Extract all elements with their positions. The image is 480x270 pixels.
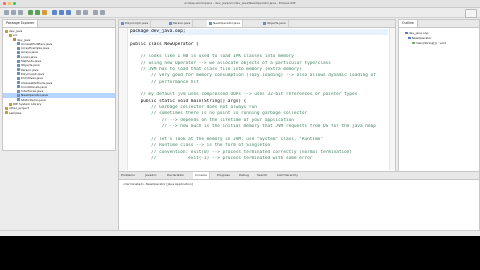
editor-tab[interactable]: Person.java: [167, 20, 194, 27]
java-file-icon: [17, 68, 20, 72]
title-bar: eclipse-workspace - dev_java/src/dev_jav…: [0, 0, 480, 8]
java-file-icon: [17, 46, 20, 50]
maximize-window-icon[interactable]: [13, 2, 16, 5]
java-file-icon: [263, 21, 266, 25]
code-area[interactable]: package dev_java.oop; public class NewOp…: [130, 29, 388, 162]
project-tree: dev_java src dev_java AccessModifiers.ja…: [3, 29, 115, 115]
package-explorer-header: Package Explorer: [3, 20, 115, 28]
debug-icon[interactable]: [28, 10, 33, 15]
java-file-icon: [17, 42, 20, 46]
class-icon: [408, 36, 411, 40]
java-file-icon: [17, 85, 20, 89]
status-bar: [0, 230, 480, 236]
editor-tab-active[interactable]: NewOperator.java: [207, 20, 243, 27]
close-window-icon[interactable]: [3, 2, 6, 5]
editor-tab[interactable]: Objects.java: [261, 20, 289, 27]
package-icon: [405, 31, 408, 35]
external-tools-icon[interactable]: [42, 10, 47, 15]
search-icon[interactable]: [83, 10, 88, 15]
window-title: eclipse-workspace - dev_java/src/dev_jav…: [184, 1, 296, 5]
outline-header: Outline: [399, 20, 479, 28]
java-file-icon: [17, 93, 20, 97]
ide-window: eclipse-workspace - dev_java/src/dev_jav…: [0, 0, 480, 236]
save-icon[interactable]: [11, 10, 16, 15]
java-file-icon: [17, 50, 20, 54]
java-file-icon: [17, 98, 20, 102]
folder-icon: [9, 33, 12, 37]
java-file-icon: [17, 72, 20, 76]
perspective-switcher[interactable]: [465, 9, 477, 18]
print-icon[interactable]: [18, 10, 23, 15]
project-icon: [5, 111, 8, 115]
method-icon: [412, 41, 415, 45]
java-file-icon: [17, 89, 20, 93]
tab-debug[interactable]: Debug: [237, 172, 251, 179]
tab-javadoc[interactable]: Javadoc: [143, 172, 159, 179]
library-icon: [9, 102, 12, 106]
editor-tab-bar: Polymorph.java Person.java NewOperator.j…: [119, 20, 395, 28]
tab-search[interactable]: Search: [255, 172, 269, 179]
package-icon: [13, 38, 16, 42]
new-file-icon[interactable]: [4, 10, 9, 15]
main-toolbar: [0, 8, 480, 18]
java-file-icon: [121, 21, 124, 25]
package-explorer: Package Explorer dev_java src dev_java A…: [2, 19, 116, 151]
line-gutter: [119, 28, 128, 170]
package-explorer-tab[interactable]: Package Explorer: [3, 20, 39, 27]
overview-ruler: [389, 28, 395, 170]
code-editor: Polymorph.java Person.java NewOperator.j…: [118, 19, 396, 172]
tab-console[interactable]: Console: [193, 172, 210, 179]
project-icon: [5, 106, 8, 110]
tab-problems[interactable]: Problems: [119, 172, 137, 179]
minimize-window-icon[interactable]: [8, 2, 11, 5]
java-file-icon: [17, 81, 20, 85]
java-file-icon: [169, 21, 172, 25]
code-line: // exit(-1) --> process terminated with …: [130, 155, 313, 161]
tab-declaration[interactable]: Declaration: [165, 172, 186, 179]
forward-icon[interactable]: [100, 10, 105, 15]
new-java-project-icon[interactable]: [52, 10, 57, 15]
run-icon[interactable]: [35, 10, 40, 15]
open-type-icon[interactable]: [76, 10, 81, 15]
back-icon[interactable]: [93, 10, 98, 15]
tab-progress[interactable]: Progress: [215, 172, 232, 179]
java-file-icon: [17, 76, 20, 80]
outline-tree: dev_java.oop NewOperator main(String[]) …: [405, 31, 477, 46]
tree-item[interactable]: samples: [3, 111, 115, 115]
bottom-panel: Problems Javadoc Declaration Console Pro…: [118, 171, 480, 231]
java-file-icon: [17, 63, 20, 67]
new-class-icon[interactable]: [66, 10, 71, 15]
console-output: <terminated> NewOperator [Java Applicati…: [123, 182, 193, 186]
java-file-icon: [17, 55, 20, 59]
java-file-icon: [17, 59, 20, 63]
tab-call-hierarchy[interactable]: Call Hierarchy: [275, 172, 300, 179]
code-line: // --> how much is the initial memory th…: [130, 124, 376, 130]
outline-item[interactable]: main(String[]) : void: [405, 41, 477, 46]
outline-view: Outline dev_java.oop NewOperator main(St…: [398, 19, 480, 172]
outline-tab[interactable]: Outline: [399, 20, 418, 27]
bottom-tab-bar: Problems Javadoc Declaration Console Pro…: [119, 172, 479, 180]
editor-tab[interactable]: Polymorph.java: [119, 20, 152, 27]
new-package-icon[interactable]: [59, 10, 64, 15]
java-file-icon: [209, 21, 212, 25]
project-icon: [5, 29, 8, 33]
